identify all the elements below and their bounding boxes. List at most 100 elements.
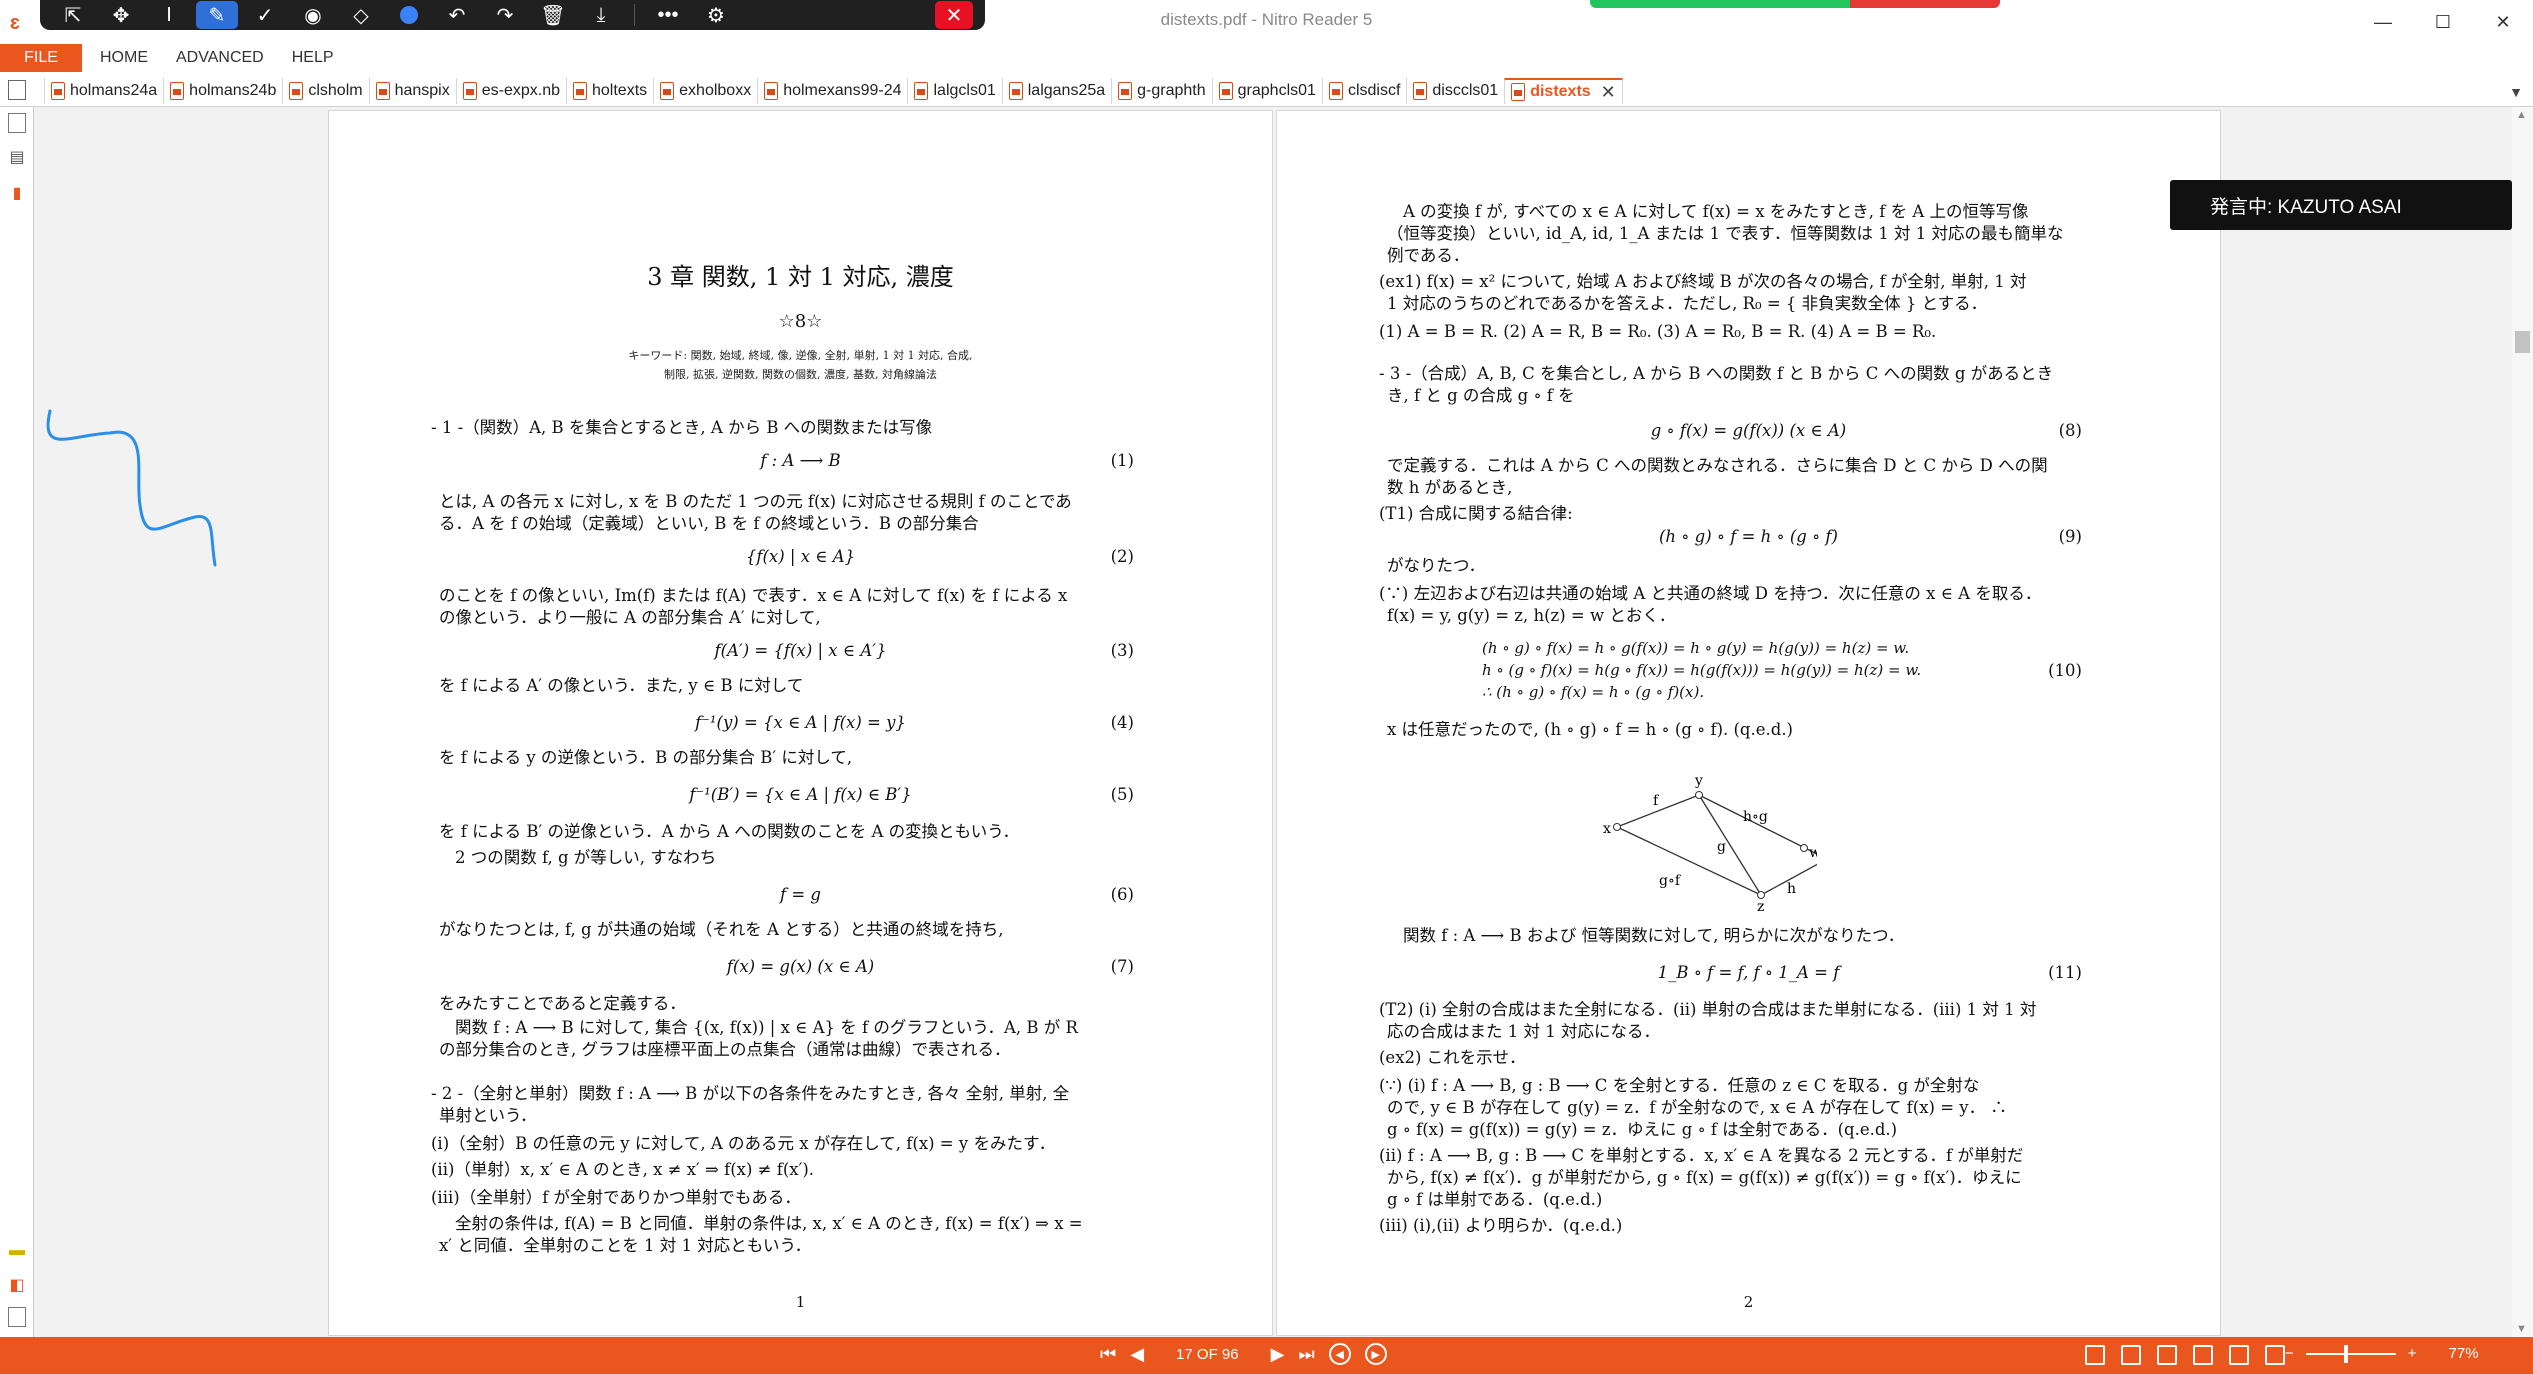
- redo-icon[interactable]: ↷: [484, 1, 526, 29]
- eraser-icon[interactable]: ◇: [340, 1, 382, 29]
- ink-annotation[interactable]: [40, 395, 230, 575]
- pdf-icon: [1008, 82, 1023, 100]
- paragraph-line: を f による B′ の逆像という．A から A への関数のことを A の変換と…: [439, 822, 1019, 841]
- page-indicator[interactable]: 17 OF 96: [1176, 1346, 1239, 1363]
- tab-disccls01[interactable]: disccls01: [1406, 78, 1504, 104]
- paragraph-line: 例である．: [1387, 246, 1470, 265]
- stamp-icon[interactable]: ◉: [292, 1, 334, 29]
- close-icon[interactable]: ✕: [935, 1, 973, 29]
- tab-close-icon[interactable]: ✕: [1601, 82, 1616, 103]
- tab-distexts[interactable]: distexts ✕: [1504, 78, 1623, 104]
- section-3-heading: - 3 -（合成）A, B, C を集合とし, A から B への関数 f と …: [1379, 364, 2054, 383]
- close-window-button[interactable]: ✕: [2473, 0, 2533, 44]
- move-icon[interactable]: ✥: [100, 1, 142, 29]
- tab-holtexts[interactable]: holtexts: [566, 78, 653, 104]
- signatures-icon[interactable]: ◧: [8, 1275, 26, 1295]
- page-number: 1: [795, 1293, 806, 1311]
- trash-icon[interactable]: 🗑: [532, 1, 574, 29]
- undo-icon[interactable]: ↶: [436, 1, 478, 29]
- tab-holmans24a[interactable]: holmans24a: [44, 78, 163, 104]
- pen-icon[interactable]: ✎: [196, 1, 238, 29]
- paragraph-line: (i)（全射）B の任意の元 y に対して, A のある元 x が存在して, f…: [431, 1134, 1056, 1153]
- stop-sharing-button[interactable]: [1850, 0, 2000, 8]
- keywords-line-2: 制限, 拡張, 逆関数, 関数の個数, 濃度, 基数, 対角線論法: [664, 368, 937, 381]
- tab-clsholm[interactable]: clsholm: [282, 78, 368, 104]
- zoom-in-icon[interactable]: +: [2408, 1345, 2417, 1362]
- document-list-icon[interactable]: [8, 80, 26, 100]
- page-navigation: ⏮ ◀ 17 OF 96 ▶ ⏭ ◀ ▶: [1100, 1343, 1387, 1365]
- previous-page-icon[interactable]: ◀: [1130, 1344, 1144, 1365]
- menu-home[interactable]: HOME: [86, 44, 162, 72]
- zoom-out-icon[interactable]: −: [2285, 1345, 2294, 1362]
- more-icon[interactable]: •••: [647, 1, 689, 29]
- file-menu[interactable]: FILE: [0, 44, 82, 72]
- equation-10-line-1: (h ∘ g) ∘ f(x) = h ∘ g(f(x)) = h ∘ g(y) …: [1482, 639, 1910, 657]
- last-page-icon[interactable]: ⏭: [1298, 1344, 1314, 1365]
- tab-label: holtexts: [592, 82, 648, 99]
- sharing-indicator[interactable]: [1590, 0, 1850, 8]
- page-number: 2: [1743, 1293, 1754, 1311]
- text-cursor-icon[interactable]: I: [148, 1, 190, 29]
- tab-es-expx[interactable]: es-expx.nb: [455, 78, 566, 104]
- check-icon[interactable]: ✓: [244, 1, 286, 29]
- paragraph-line: ので, y ∈ B が存在して g(y) = z．f が全射なので, x ∈ A…: [1387, 1098, 2007, 1117]
- scrollbar-thumb[interactable]: [2515, 331, 2530, 353]
- paragraph-line: f(x) = y, g(y) = z, h(z) = w とおく．: [1387, 606, 1676, 625]
- download-icon[interactable]: ⤓: [580, 1, 622, 29]
- output-icon[interactable]: [8, 1307, 26, 1327]
- user-settings-icon[interactable]: ⚙: [695, 1, 737, 29]
- document-canvas[interactable]: 3 章 関数, 1 対 1 対応, 濃度 ☆8☆ キーワード: 関数, 始域, …: [34, 107, 2512, 1337]
- tab-lalgans25a[interactable]: lalgans25a: [1001, 78, 1111, 104]
- ink-stroke[interactable]: [46, 409, 217, 567]
- vertical-scrollbar[interactable]: ▲ ▼: [2512, 107, 2533, 1337]
- tab-holmexans99-24[interactable]: holmexans99-24: [757, 78, 907, 104]
- facing-view-icon[interactable]: [2157, 1345, 2177, 1365]
- zoom-slider[interactable]: [2305, 1344, 2396, 1363]
- tab-lalgcls01[interactable]: lalgcls01: [907, 78, 1001, 104]
- tab-g-graphth[interactable]: g-graphth: [1111, 78, 1212, 104]
- screen-sharing-bar[interactable]: [1590, 0, 2000, 8]
- bookmarks-icon[interactable]: ▤: [8, 147, 26, 167]
- menu-help[interactable]: HELP: [278, 44, 348, 72]
- continuous-view-icon[interactable]: [2121, 1345, 2141, 1365]
- next-view-icon[interactable]: ▶: [1364, 1343, 1387, 1365]
- tab-exholboxx[interactable]: exholboxx: [653, 78, 757, 104]
- paragraph-line: x′ と同値．全単射のことを 1 対 1 対応ともいう．: [439, 1236, 812, 1255]
- tab-hanspix[interactable]: hanspix: [368, 78, 456, 104]
- document-tab-bar: holmans24a holmans24b clsholm hanspix es…: [0, 72, 2533, 107]
- tab-graphcls01[interactable]: graphcls01: [1211, 78, 1322, 104]
- zoom-slider-thumb[interactable]: [2344, 1344, 2349, 1363]
- paragraph-line: で定義する．これは A から C への関数とみなされる．さらに集合 D と C …: [1387, 456, 2048, 475]
- minimize-button[interactable]: —: [2353, 0, 2413, 44]
- tab-holmans24b[interactable]: holmans24b: [163, 78, 282, 104]
- pdf-icon: [289, 82, 304, 100]
- menu-advanced[interactable]: ADVANCED: [162, 44, 278, 72]
- previous-view-icon[interactable]: ◀: [1328, 1343, 1351, 1365]
- paragraph-line: き, f と g の合成 g ∘ f を: [1387, 386, 1575, 405]
- paragraph-line: 全射の条件は, f(A) = B と同値．単射の条件は, x, x′ ∈ A の…: [455, 1214, 1083, 1233]
- speaker-indicator: 発言中: KAZUTO ASAI: [2170, 180, 2512, 230]
- attachments-icon[interactable]: ▮: [8, 183, 26, 203]
- pdf-icon: [1413, 82, 1428, 100]
- facing-continuous-view-icon[interactable]: [2193, 1345, 2213, 1365]
- zoom-level[interactable]: 77%: [2449, 1345, 2479, 1362]
- paragraph-line: 1 対応のうちのどれであるかを答えよ．ただし, R₀ = { 非負実数全体 } …: [1387, 294, 1988, 313]
- fit-width-icon[interactable]: [2265, 1345, 2285, 1365]
- color-dot-icon[interactable]: [388, 1, 430, 29]
- tab-label: graphcls01: [1237, 82, 1316, 99]
- maximize-button[interactable]: ☐: [2413, 0, 2473, 44]
- pages-panel-icon[interactable]: [8, 113, 26, 133]
- pointer-icon[interactable]: ⇱: [52, 1, 94, 29]
- paragraph-line: (ii) f : A ⟶ B, g : B ⟶ C を単射とする．x, x′ ∈…: [1379, 1146, 2024, 1165]
- tab-clsdiscf[interactable]: clsdiscf: [1321, 78, 1406, 104]
- scroll-up-icon[interactable]: ▲: [2516, 109, 2527, 121]
- paragraph-line: から, f(x) ≠ f(x′)．g が単射だから, g ∘ f(x) = g(…: [1387, 1168, 2022, 1187]
- single-page-view-icon[interactable]: [2085, 1345, 2105, 1365]
- first-page-icon[interactable]: ⏮: [1100, 1344, 1116, 1365]
- menu-bar: FILE HOME ADVANCED HELP: [0, 44, 2533, 72]
- tab-list-chevron-icon[interactable]: ▼: [2509, 84, 2523, 100]
- comments-icon[interactable]: ▬: [8, 1242, 26, 1262]
- fit-page-icon[interactable]: [2229, 1345, 2249, 1365]
- scroll-down-icon[interactable]: ▼: [2516, 1323, 2527, 1335]
- next-page-icon[interactable]: ▶: [1271, 1344, 1285, 1365]
